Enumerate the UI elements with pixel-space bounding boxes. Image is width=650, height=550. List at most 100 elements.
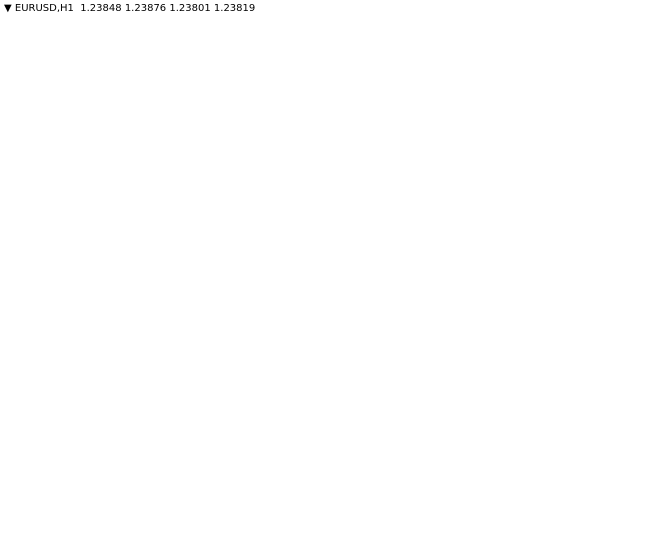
y-label: 1.25320	[612, 34, 650, 45]
candle	[456, 134, 463, 141]
collapse-triangle-icon[interactable]: ▼	[4, 3, 12, 14]
level-price-label: 1.23089	[611, 228, 650, 239]
stoch-y-label: 80	[612, 390, 625, 401]
candle	[444, 109, 451, 141]
stoch-y-label: 100	[612, 379, 631, 390]
candle	[503, 139, 510, 146]
candle	[252, 124, 259, 161]
current-price-tag	[608, 161, 650, 176]
rsi-line	[4, 328, 579, 353]
candle	[25, 257, 32, 266]
macd-panel	[0, 442, 608, 528]
candle	[73, 247, 80, 256]
x-label: 16 Feb 19:00	[455, 535, 521, 546]
trading-chart[interactable]: 12 Feb 2018 12 Feb 19:00 13 Feb 11:00 14 Fe…	[0, 0, 650, 550]
ma-fast	[4, 26, 579, 271]
level-price-label: 1.24006	[611, 148, 650, 159]
level-price-tag	[608, 224, 650, 239]
chart-header: ▼ EURUSD,H1 1.23848 1.23876 1.23801 1.23…	[4, 3, 255, 14]
trendline	[430, 94, 608, 161]
x-label: 16 Feb 03:00	[390, 535, 456, 546]
candle	[205, 177, 212, 183]
stoch-y-label: 50	[612, 407, 625, 418]
bollinger-lower	[4, 120, 580, 309]
candle	[133, 204, 140, 216]
y-label: 1.23810	[612, 165, 650, 176]
candle	[372, 44, 379, 61]
candle	[360, 59, 367, 76]
level-price-label: 1.24676	[611, 90, 650, 101]
rsi-y-label: 30	[612, 349, 625, 360]
x-label: 20 Feb 03:00	[584, 535, 650, 546]
candle	[121, 214, 128, 226]
y-label: 1.24570	[612, 99, 650, 110]
macd-y-label: 0.003347	[612, 448, 650, 459]
candle	[348, 74, 355, 86]
rsi-ma-line	[4, 331, 579, 349]
stoch-panel	[0, 376, 608, 441]
close-value: 1.23819	[213, 3, 256, 14]
candle	[276, 99, 283, 102]
candle	[288, 97, 295, 101]
candle	[312, 71, 319, 81]
candle	[181, 187, 188, 193]
candle	[49, 261, 56, 276]
low-value: 1.23801	[169, 3, 211, 14]
stoch-y-label: 20	[612, 423, 625, 434]
y-label: 1.23050	[612, 231, 650, 242]
trendline	[4, 114, 608, 306]
stoch-d-line	[9, 383, 584, 438]
level-price-tag	[608, 114, 650, 129]
open-value: 1.23848	[80, 3, 122, 14]
candle	[515, 139, 522, 151]
candle	[384, 24, 391, 46]
ma-medium	[4, 32, 579, 268]
x-label: 19 Feb 11:00	[519, 535, 585, 546]
y-label: 1.22670	[612, 264, 650, 275]
ma-slow	[4, 36, 579, 266]
x-label: 14 Feb 19:00	[261, 535, 327, 546]
candle	[420, 49, 427, 91]
main-panel	[0, 1, 608, 307]
candle	[408, 29, 415, 51]
level-price-label: 1.23349	[611, 205, 650, 216]
macd-signal-line	[4, 454, 579, 512]
bollinger-upper	[4, 0, 579, 233]
rsi-y-label: 0	[612, 365, 618, 376]
stoch-title: Stoch(5,3,3) 0.0000 9.7626	[5, 381, 143, 392]
candle	[264, 99, 271, 126]
candle	[217, 181, 224, 196]
y-label: 1.24190	[612, 132, 650, 143]
candle	[491, 134, 498, 146]
bollinger-middle	[4, 51, 579, 263]
candle	[13, 249, 20, 259]
stoch-y-label: 0	[612, 434, 618, 445]
candle	[551, 147, 558, 151]
candle	[193, 177, 200, 189]
candle	[324, 71, 331, 79]
candle	[336, 77, 343, 86]
candle	[241, 159, 247, 211]
rsi-y-label: 100	[612, 311, 631, 322]
candle	[539, 147, 546, 166]
candle	[468, 127, 475, 136]
ma-long-red	[4, 165, 579, 216]
candle	[229, 194, 236, 211]
level-price-tag	[608, 202, 650, 217]
ma-long-green	[4, 155, 579, 217]
rsi-y-label: 70	[612, 327, 625, 338]
candle	[2, 245, 8, 251]
candle	[145, 184, 152, 206]
macd-y-label: -0.002513	[612, 520, 650, 531]
symbol-label: EURUSD,H1	[14, 3, 74, 14]
y-label: 1.23430	[612, 198, 650, 209]
candle	[97, 237, 104, 241]
candle	[85, 239, 92, 249]
candle	[527, 149, 534, 166]
x-label: 12 Feb 2018	[4, 535, 66, 546]
level-price-tag	[608, 86, 650, 101]
rsi-panel	[0, 308, 608, 375]
y-label: 1.24940	[612, 67, 650, 78]
y-label: 1.25700	[612, 1, 650, 12]
y-label: 1.22290	[612, 297, 650, 308]
